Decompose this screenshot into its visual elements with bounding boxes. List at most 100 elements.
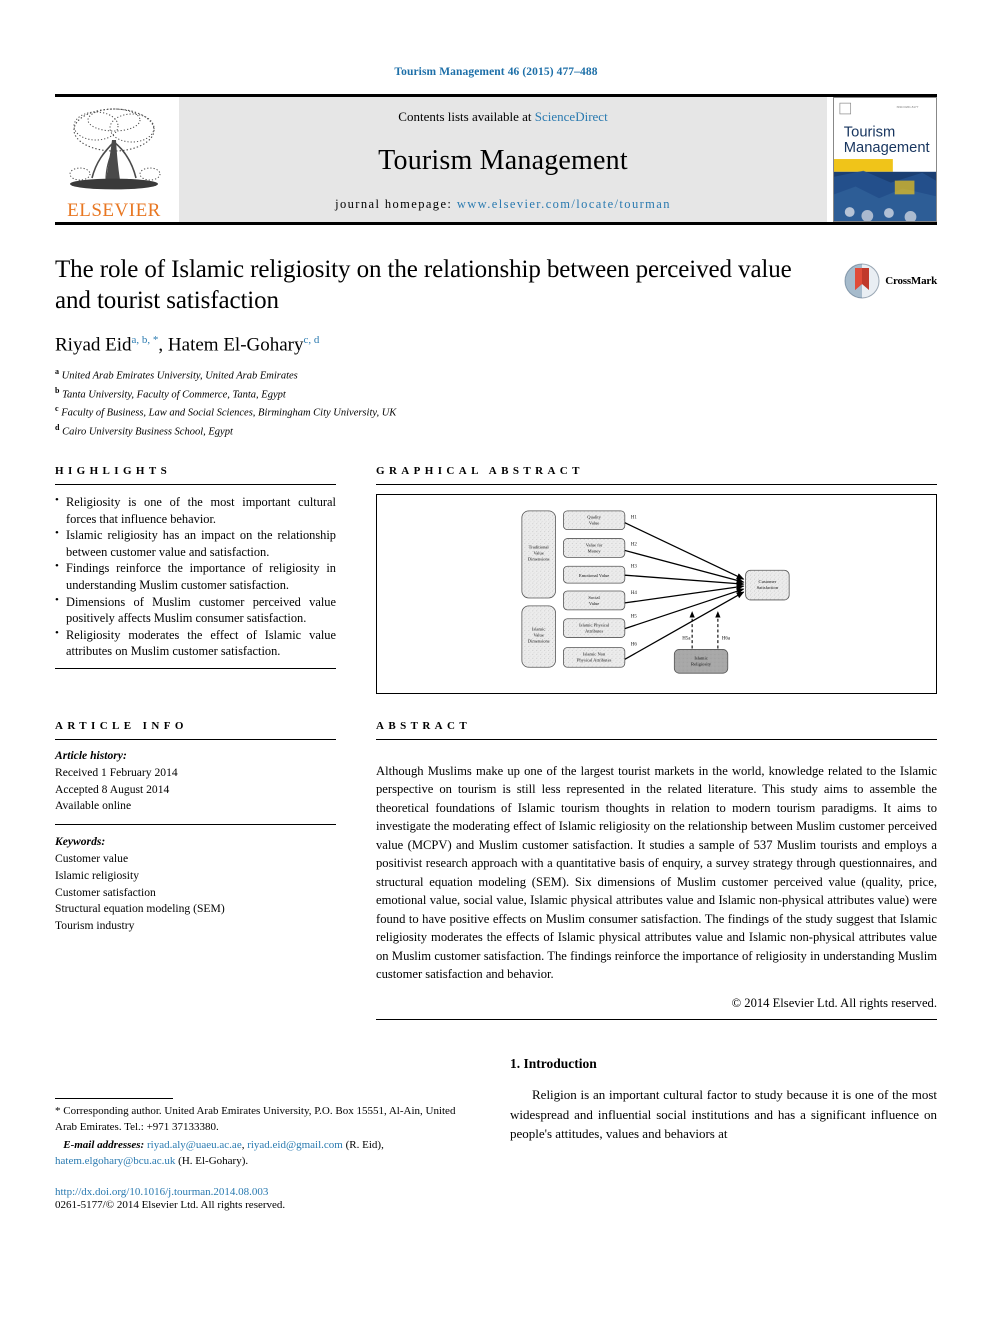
email-attribution-2: (H. El-Gohary). bbox=[178, 1154, 249, 1167]
crossmark-badge[interactable]: CrossMark bbox=[844, 263, 937, 299]
highlights-list: Religiosity is one of the most important… bbox=[55, 485, 336, 668]
node-label-line: Social bbox=[588, 595, 600, 600]
affiliation-marker: c bbox=[55, 404, 59, 414]
keyword-item: Islamic religiosity bbox=[55, 868, 140, 882]
email-link-3b[interactable]: elgohary@bcu.ac.uk bbox=[85, 1155, 176, 1167]
node-label-line: Religiosity bbox=[691, 661, 712, 666]
author-2-affiliation-markers: c, d bbox=[303, 334, 320, 346]
email-link-2[interactable]: riyad.eid@gmail.com bbox=[247, 1139, 343, 1151]
article-info-heading: ARTICLE INFO bbox=[55, 719, 188, 732]
group-label-line: Dimensions bbox=[528, 638, 550, 643]
keyword-item: Structural equation modeling (SEM) bbox=[55, 902, 225, 916]
author-1-affiliation-markers: a, b, * bbox=[131, 334, 159, 346]
group-label-line: Value bbox=[534, 550, 544, 555]
email-note: E-mail addresses: riyad.aly@uaeu.ac.ae, … bbox=[55, 1139, 384, 1167]
node-label-line: Islamic Non bbox=[583, 651, 606, 656]
abstract-text: Although Muslims make up one of the larg… bbox=[376, 763, 937, 982]
node-label-line: Emotional Value bbox=[579, 573, 609, 578]
node-label-line: Quality bbox=[587, 515, 601, 520]
group-label-line: Dimensions bbox=[528, 556, 550, 561]
highlights-and-graphical-abstract: HIGHLIGHTS Religiosity is one of the mos… bbox=[55, 465, 937, 694]
article-info-column: ARTICLE INFO Article history: Received 1… bbox=[55, 720, 336, 1020]
author-name-2: Hatem El-Gohary bbox=[167, 334, 304, 356]
graphical-abstract-frame: Traditional Value Dimensions Islamic Val… bbox=[376, 493, 937, 694]
affiliation-marker: a bbox=[55, 367, 59, 377]
article-first-page: Tourism Management 46 (2015) 477–488 ELS… bbox=[0, 0, 992, 1323]
path-h1 bbox=[624, 522, 745, 580]
abstract-bottom-rule bbox=[376, 1019, 937, 1021]
node-label-line: Money bbox=[588, 548, 602, 553]
affiliation-item: a United Arab Emirates University, Unite… bbox=[55, 366, 797, 384]
doi-link[interactable]: http://dx.doi.org/10.1016/j.tourman.2014… bbox=[55, 1186, 470, 1198]
email-attribution-1: (R. Eid) bbox=[345, 1139, 382, 1152]
svg-text:Tourism: Tourism bbox=[844, 124, 895, 140]
email-link-3a[interactable]: hatem. bbox=[55, 1155, 85, 1167]
highlights-heading: HIGHLIGHTS bbox=[55, 464, 172, 477]
keyword-item: Tourism industry bbox=[55, 919, 135, 933]
masthead-bottom-rule bbox=[55, 222, 937, 225]
author-name-1: Riyad Eid bbox=[55, 334, 132, 356]
list-item: Religiosity is one of the most important… bbox=[55, 493, 336, 527]
graphical-abstract-figure-wrap: Traditional Value Dimensions Islamic Val… bbox=[376, 485, 937, 694]
journal-masthead: ELSEVIER Contents lists available at Sci… bbox=[55, 94, 937, 222]
group-label-line: Islamic bbox=[532, 627, 545, 632]
abstract-top-rule bbox=[376, 738, 937, 740]
svg-text:ISSN 0261-5177: ISSN 0261-5177 bbox=[897, 105, 919, 109]
email-label: E-mail addresses: bbox=[63, 1139, 145, 1152]
crossmark-icon bbox=[844, 263, 880, 299]
introduction-paragraph: Religion is an important cultural factor… bbox=[510, 1087, 937, 1142]
keywords-block: Keywords: Customer value Islamic religio… bbox=[55, 825, 336, 935]
path-h3 bbox=[624, 574, 745, 587]
elsevier-logo: ELSEVIER bbox=[55, 97, 173, 222]
abstract-column: ABSTRACT Although Muslims make up one of… bbox=[376, 720, 937, 1021]
graphical-abstract-heading: GRAPHICAL ABSTRACT bbox=[376, 464, 584, 477]
history-item: Received 1 February 2014 bbox=[55, 765, 178, 779]
affiliation-marker: d bbox=[55, 422, 60, 432]
path-label-h3: H3 bbox=[631, 564, 638, 569]
corresponding-marker: * bbox=[55, 1105, 61, 1118]
node-label-line: Satisfaction bbox=[757, 585, 779, 590]
journal-title: Tourism Management bbox=[378, 145, 628, 176]
corresponding-author-note: * Corresponding author. United Arab Emir… bbox=[55, 1104, 470, 1135]
keyword-item: Customer satisfaction bbox=[55, 885, 156, 899]
section-heading-introduction: 1. Introduction bbox=[510, 1056, 597, 1072]
journal-homepage-link[interactable]: www.elsevier.com/locate/tourman bbox=[457, 197, 671, 211]
svg-text:Management: Management bbox=[844, 140, 930, 156]
elsevier-wordmark: ELSEVIER bbox=[67, 200, 161, 221]
group-label-line: Traditional bbox=[529, 544, 550, 549]
running-head: Tourism Management 46 (2015) 477–488 bbox=[394, 66, 598, 78]
articleinfo-and-abstract: ARTICLE INFO Article history: Received 1… bbox=[55, 720, 937, 1021]
list-item: Dimensions of Muslim customer perceived … bbox=[55, 593, 336, 627]
moderation-paths bbox=[689, 611, 721, 649]
keyword-item: Customer value bbox=[55, 851, 129, 865]
email-link-1[interactable]: riyad.aly@uaeu.ac.ae bbox=[147, 1139, 242, 1151]
sciencedirect-link[interactable]: ScienceDirect bbox=[535, 109, 608, 124]
highlights-column: HIGHLIGHTS Religiosity is one of the mos… bbox=[55, 465, 336, 694]
affiliation-text: Tanta University, Faculty of Commerce, T… bbox=[62, 389, 286, 401]
abstract-copyright: © 2014 Elsevier Ltd. All rights reserved… bbox=[731, 996, 937, 1011]
crossmark-label: CrossMark bbox=[885, 275, 937, 287]
masthead-center: Contents lists available at ScienceDirec… bbox=[179, 97, 827, 222]
issn-copyright-line: 0261-5177/© 2014 Elsevier Ltd. All right… bbox=[55, 1198, 286, 1211]
footnote-separator bbox=[55, 1098, 173, 1100]
affiliation-text: Cairo University Business School, Egypt bbox=[62, 426, 233, 438]
affiliation-marker: b bbox=[55, 385, 60, 395]
node-label-line: Value bbox=[589, 601, 599, 606]
node-label-line: Islamic Physical bbox=[579, 623, 610, 628]
path-label-h6a: H6a bbox=[722, 636, 731, 641]
path-label-h4: H4 bbox=[631, 591, 638, 596]
list-item: Religiosity moderates the effect of Isla… bbox=[55, 626, 336, 660]
elsevier-tree-icon bbox=[69, 108, 161, 190]
node-label-line: Attributes bbox=[585, 629, 603, 634]
node-label-line: Physical Attributes bbox=[577, 657, 612, 662]
journal-homepage-line: journal homepage: www.elsevier.com/locat… bbox=[335, 197, 671, 212]
group-label-line: Value bbox=[534, 633, 544, 638]
affiliation-item: c Faculty of Business, Law and Social Sc… bbox=[55, 403, 797, 421]
history-item: Accepted 8 August 2014 bbox=[55, 782, 170, 796]
page-bottom: * Corresponding author. United Arab Emir… bbox=[55, 1056, 937, 1211]
path-h2 bbox=[624, 549, 745, 584]
cover-art: ISSN 0261-5177 Tourism Management bbox=[834, 98, 936, 221]
path-label-h2: H2 bbox=[631, 542, 638, 547]
author-list: Riyad Eida, b, *, Hatem El-Goharyc, d bbox=[55, 334, 320, 356]
node-label-line: Customer bbox=[759, 579, 777, 584]
